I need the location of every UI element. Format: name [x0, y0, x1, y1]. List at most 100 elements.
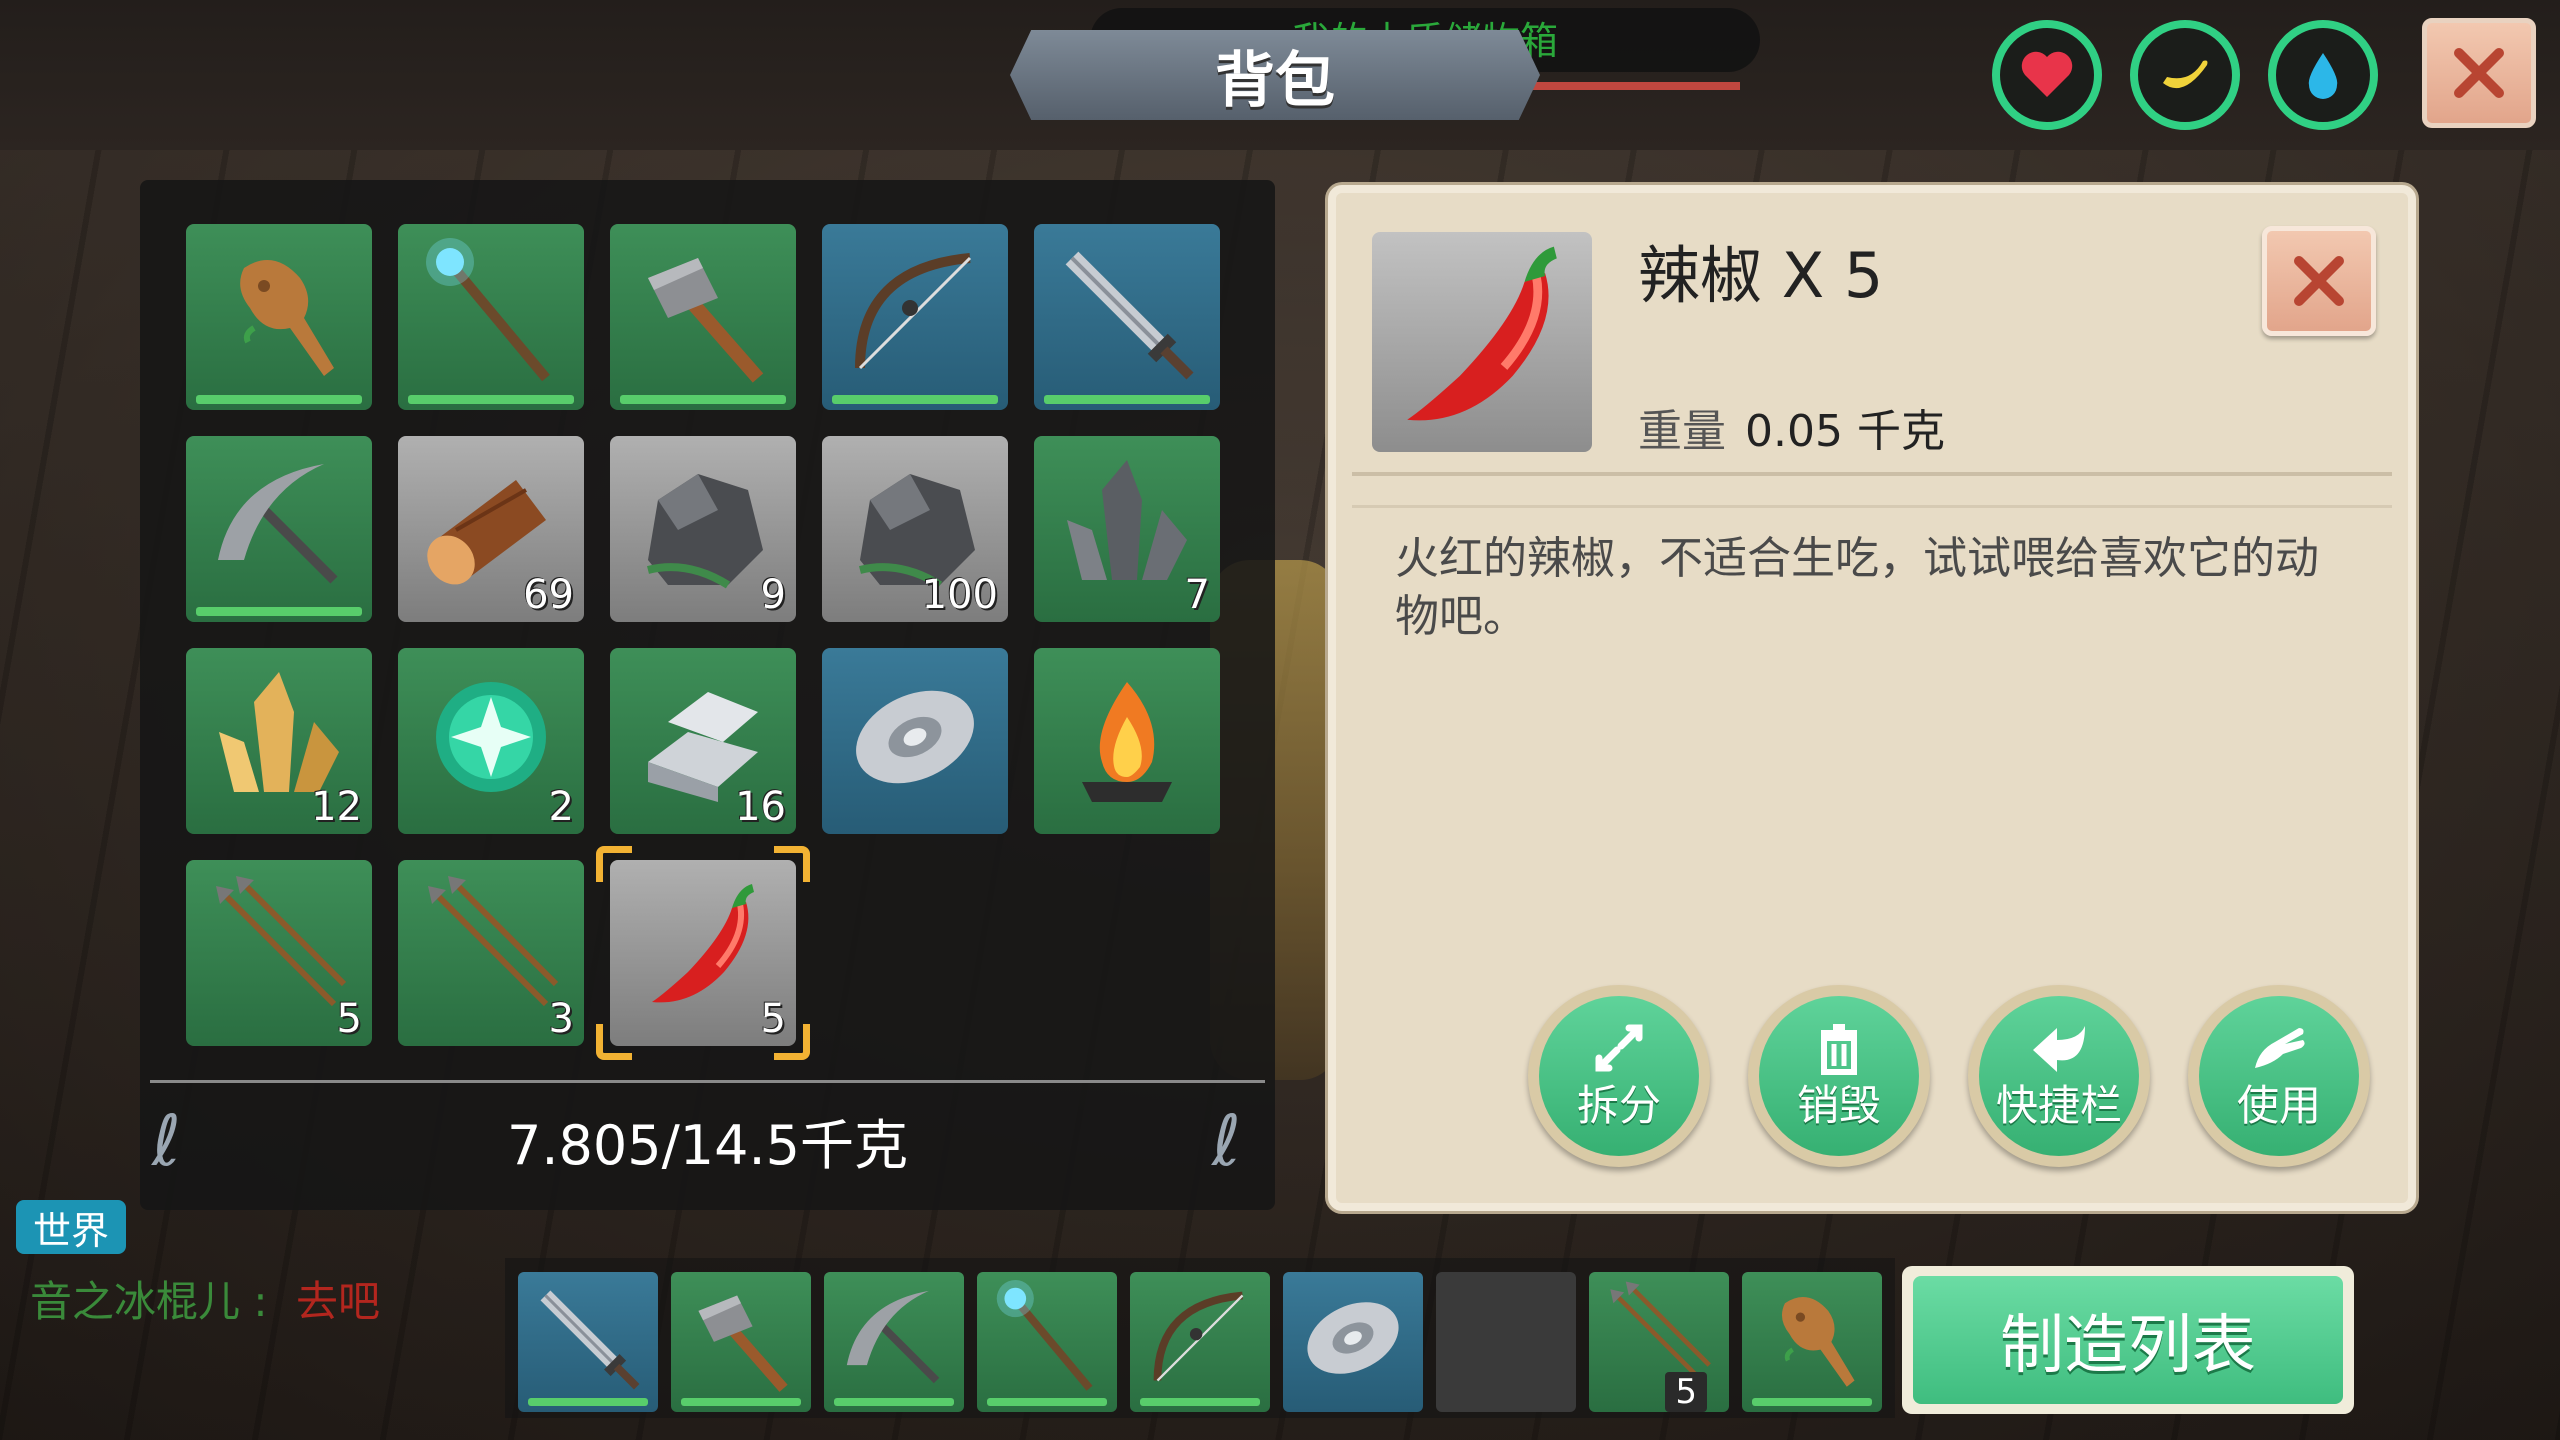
- durability-bar: [1140, 1398, 1260, 1406]
- split-label: 拆分: [1576, 1080, 1661, 1130]
- hotbar-slot-arrows[interactable]: 5: [1589, 1272, 1729, 1412]
- inventory-slot-bow[interactable]: [822, 224, 1008, 410]
- inventory-slot-gold-crystal[interactable]: 12: [186, 648, 372, 834]
- pickaxe-icon: [218, 464, 338, 584]
- inventory-slot-stone[interactable]: 100: [822, 436, 1008, 622]
- magic-staff-icon: [996, 1280, 1093, 1391]
- inventory-slot-arrows[interactable]: 5: [186, 860, 372, 1046]
- inventory-slot-dark-crystal[interactable]: 7: [1034, 436, 1220, 622]
- arrows-icon: [428, 876, 559, 1007]
- durability-bar: [681, 1398, 801, 1406]
- durability-bar: [620, 395, 786, 404]
- craft-list-button[interactable]: 制造列表: [1902, 1266, 2354, 1414]
- split-button[interactable]: 拆分: [1528, 985, 1710, 1167]
- shield-disc-icon: [1307, 1302, 1399, 1374]
- hotbar-slot-pickaxe[interactable]: [824, 1272, 964, 1412]
- inventory-slot-iron-ingot[interactable]: 16: [610, 648, 796, 834]
- hotbar-slot-stone-hammer[interactable]: [671, 1272, 811, 1412]
- inventory-divider: [150, 1080, 1265, 1083]
- inventory-slot-stone[interactable]: 9: [610, 436, 796, 622]
- hotbar-slot-bow[interactable]: [1130, 1272, 1270, 1412]
- item-count: 16: [735, 784, 786, 830]
- item-count: 5: [1665, 1372, 1707, 1412]
- magic-staff-icon: [426, 238, 550, 382]
- item-count: 2: [548, 784, 574, 830]
- durability-bar: [408, 395, 574, 404]
- iron-sword-icon: [540, 1290, 640, 1390]
- heart-icon: [2021, 51, 2073, 97]
- inventory-slot-arrows[interactable]: 3: [398, 860, 584, 1046]
- chat-message: 去吧: [296, 1277, 381, 1326]
- back-arrow-icon: [2033, 1025, 2085, 1072]
- detail-weight-value: 0.05 千克: [1745, 406, 1945, 457]
- inventory-slot-magic-staff[interactable]: [398, 224, 584, 410]
- hotbar-label: 快捷栏: [1995, 1080, 2122, 1130]
- inventory-slot-campfire[interactable]: [1034, 648, 1220, 834]
- trash-icon: [1821, 1023, 1857, 1075]
- inventory-slot-iron-sword[interactable]: [1034, 224, 1220, 410]
- item-count: 7: [1184, 572, 1210, 618]
- hunger-indicator[interactable]: [2130, 20, 2240, 130]
- close-icon: [2294, 256, 2344, 306]
- selection-bracket: [596, 846, 632, 882]
- inventory-weight: 7.805/14.5千克: [506, 1113, 909, 1177]
- campfire-icon: [1082, 682, 1172, 802]
- bow-icon: [855, 253, 972, 370]
- selection-bracket: [774, 846, 810, 882]
- banana-icon: [2163, 60, 2208, 89]
- inventory-slot-shield-disc[interactable]: [822, 648, 1008, 834]
- hotbar-slot-empty[interactable]: [1436, 1272, 1576, 1412]
- water-drop-icon: [2308, 53, 2338, 99]
- stone-hammer-icon: [698, 1295, 788, 1392]
- chat-channel-tab[interactable]: 世界: [16, 1200, 126, 1254]
- detail-divider: [1352, 472, 2392, 476]
- hand-icon: [2255, 1027, 2305, 1068]
- detail-description: 火红的辣椒，不适合生吃，试试喂给喜欢它的动物吧。: [1395, 533, 2319, 642]
- destroy-button[interactable]: 销毁: [1748, 985, 1930, 1167]
- health-indicator[interactable]: [1992, 20, 2102, 130]
- hotbar-slot-wooden-club[interactable]: [1742, 1272, 1882, 1412]
- chat-sender: 音之冰棍儿 :: [30, 1277, 268, 1326]
- chili-pepper-icon: [1407, 246, 1557, 421]
- durability-bar: [196, 607, 362, 616]
- item-count: 5: [336, 996, 362, 1042]
- pickaxe-icon: [846, 1290, 940, 1384]
- bow-icon: [1153, 1291, 1244, 1382]
- destroy-label: 销毁: [1796, 1080, 1881, 1130]
- inventory-slot-stone-hammer[interactable]: [610, 224, 796, 410]
- hotbar-button[interactable]: 快捷栏: [1968, 985, 2150, 1167]
- inventory-slot-green-orb[interactable]: 2: [398, 648, 584, 834]
- item-count: 3: [548, 996, 574, 1042]
- split-button-face: 拆分: [1539, 996, 1699, 1156]
- inventory-slot-wood-log[interactable]: 69: [398, 436, 584, 622]
- wooden-club-icon: [240, 260, 334, 376]
- durability-bar: [832, 395, 998, 404]
- panel-title: 背包: [1215, 45, 1335, 116]
- close-detail-button[interactable]: [2262, 226, 2376, 336]
- item-count: 9: [760, 572, 786, 618]
- hotbar-slot-magic-staff[interactable]: [977, 1272, 1117, 1412]
- inventory-slot-chili-pepper[interactable]: 5: [610, 860, 796, 1046]
- use-button-face: 使用: [2199, 996, 2359, 1156]
- iron-sword-icon: [1065, 251, 1194, 380]
- dark-crystal-icon: [1067, 460, 1187, 580]
- hotbar-slot-shield-disc[interactable]: [1283, 1272, 1423, 1412]
- hotbar-button-face: 快捷栏: [1979, 996, 2139, 1156]
- inventory-slot-wooden-club[interactable]: [186, 224, 372, 410]
- wooden-club-icon: [1781, 1297, 1855, 1387]
- close-bag-button[interactable]: [2422, 18, 2536, 128]
- detail-divider-secondary: [1352, 505, 2392, 508]
- destroy-button-face: 销毁: [1759, 996, 1919, 1156]
- inventory-slot-pickaxe[interactable]: [186, 436, 372, 622]
- stone-hammer-icon: [648, 258, 764, 383]
- thirst-indicator[interactable]: [2268, 20, 2378, 130]
- durability-bar: [1752, 1398, 1872, 1406]
- item-count: 100: [921, 572, 998, 618]
- arrows-icon: [216, 876, 347, 1007]
- durability-bar: [1044, 395, 1210, 404]
- durability-bar: [196, 395, 362, 404]
- item-count: 69: [523, 572, 574, 618]
- detail-item-icon: [1372, 232, 1592, 452]
- use-button[interactable]: 使用: [2188, 985, 2370, 1167]
- hotbar-slot-iron-sword[interactable]: [518, 1272, 658, 1412]
